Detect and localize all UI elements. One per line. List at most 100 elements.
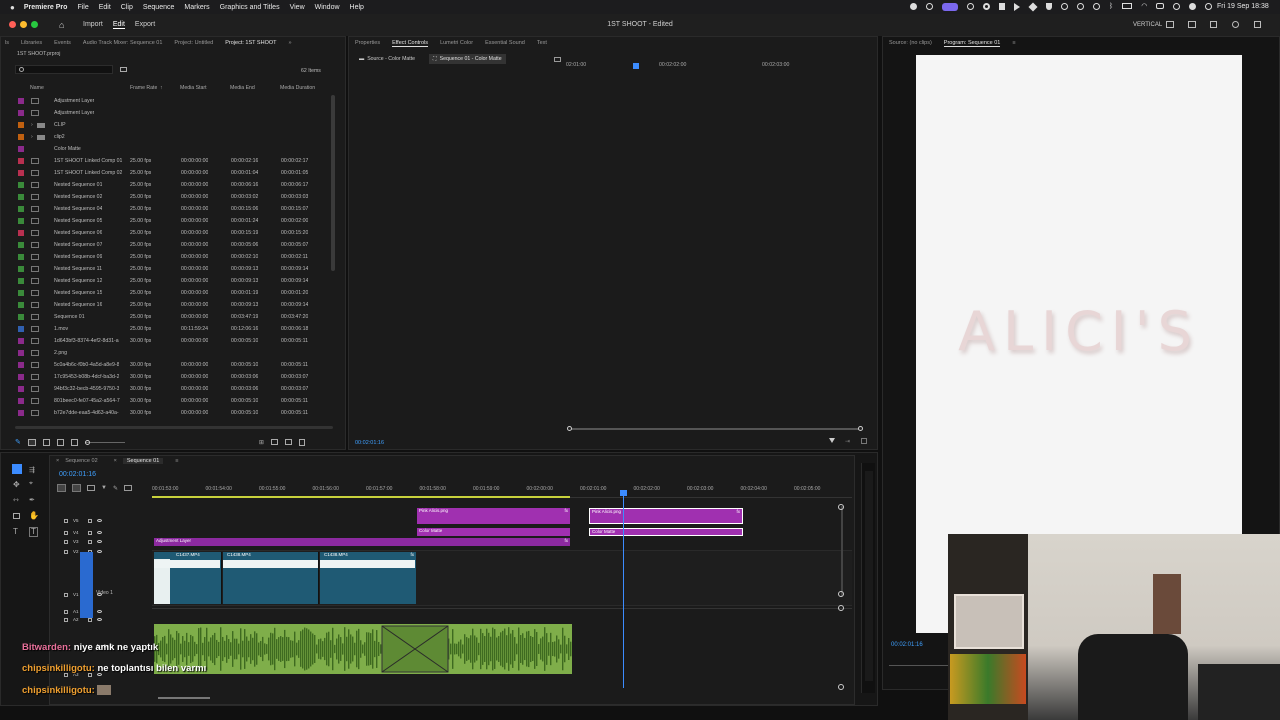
label-color-swatch[interactable] (18, 266, 24, 272)
sync-lock-icon[interactable] (88, 518, 92, 523)
label-color-swatch[interactable] (18, 182, 24, 188)
label-color-swatch[interactable] (18, 314, 24, 320)
program-scrubber[interactable] (889, 665, 949, 666)
menu-window[interactable]: Window (315, 4, 340, 11)
vscroll-handle[interactable] (838, 591, 844, 597)
pencil-icon[interactable]: ✎ (15, 438, 21, 446)
project-row[interactable]: 1ST SHOOT Linked Comp 02 25.00 fps 00:00:0… (1, 167, 331, 179)
timeline-vscroll-video[interactable] (841, 506, 843, 596)
lock-icon[interactable] (64, 530, 68, 535)
project-scrollbar[interactable] (331, 95, 335, 271)
solo-icon[interactable] (97, 610, 102, 613)
label-color-swatch[interactable] (18, 362, 24, 368)
label-color-swatch[interactable] (18, 170, 24, 176)
tab-source-monitor[interactable]: Source: (no clips) (889, 40, 932, 46)
label-color-swatch[interactable] (18, 302, 24, 308)
clip-c1438-b[interactable]: C1438.MP4 fx (320, 552, 416, 604)
shield-icon[interactable] (1046, 3, 1052, 10)
project-row[interactable]: Nested Sequence 06 25.00 fps 00:00:00:00 00… (1, 227, 331, 239)
tab-project-1st-shoot[interactable]: Project: 1ST SHOOT (225, 40, 276, 46)
label-color-swatch[interactable] (18, 98, 24, 104)
eye-icon[interactable] (97, 550, 102, 553)
ec-scroll-start-handle[interactable] (567, 426, 572, 431)
share-icon[interactable] (1210, 21, 1217, 28)
project-row[interactable]: › clip2 (1, 131, 331, 143)
selection-tool-icon[interactable] (12, 464, 22, 474)
project-row[interactable]: › CLIP (1, 119, 331, 131)
menu-app-name[interactable]: Premiere Pro (24, 4, 68, 11)
menu-file[interactable]: File (77, 4, 88, 11)
vertical-type-icon[interactable]: T (29, 527, 38, 537)
bitwarden-icon[interactable] (999, 3, 1005, 10)
label-color-swatch[interactable] (18, 410, 24, 416)
type-tool-icon[interactable]: T (13, 527, 18, 536)
list-view-icon[interactable] (27, 438, 36, 446)
label-color-swatch[interactable] (18, 350, 24, 356)
workspace-layout-icon[interactable] (1166, 21, 1174, 28)
menu-view[interactable]: View (290, 4, 305, 11)
label-color-swatch[interactable] (18, 194, 24, 200)
track-select-icon[interactable]: ⇶ (29, 466, 35, 474)
spotlight-icon[interactable] (1173, 3, 1181, 10)
icon-view-icon[interactable] (42, 438, 50, 446)
label-color-swatch[interactable] (18, 158, 24, 164)
vscroll-handle[interactable] (838, 684, 844, 690)
label-color-swatch[interactable] (18, 230, 24, 236)
siri-icon[interactable] (1205, 3, 1213, 10)
clip-c1438-a[interactable]: C1438.MP4 (223, 552, 319, 604)
tab-effect-controls[interactable]: Effect Controls (392, 40, 429, 47)
control-center-icon[interactable] (1156, 3, 1165, 9)
project-row[interactable]: Nested Sequence 07 25.00 fps 00:00:00:00 00… (1, 239, 331, 251)
project-row[interactable]: 94bf3c32-becb-4595-9750-3 30.00 fps 00:00:… (1, 383, 331, 395)
label-color-swatch[interactable] (18, 386, 24, 392)
tab-sequence-01[interactable]: Sequence 01 (122, 458, 164, 464)
sequence-clip-tab[interactable]: ⛶ Sequence 01 - Color Matte (429, 54, 506, 64)
project-row[interactable]: Color Matte (1, 143, 331, 155)
discord-icon[interactable] (942, 3, 958, 11)
sync-lock-icon[interactable] (88, 539, 92, 544)
label-color-swatch[interactable] (18, 122, 24, 128)
col-media-duration[interactable]: Media Duration (280, 85, 315, 91)
clear-icon[interactable] (298, 438, 305, 446)
vscroll-handle[interactable] (838, 504, 844, 510)
record-icon[interactable] (967, 3, 974, 10)
clip-c1437[interactable]: C1437.MP4 (154, 552, 222, 604)
project-row[interactable]: Nested Sequence 11 25.00 fps 00:00:00:00 00… (1, 263, 331, 275)
tab-menu-icon[interactable]: ≡ (175, 458, 178, 464)
wrench-icon[interactable]: ✎ (113, 485, 118, 492)
pen-tool-icon[interactable]: ✒ (29, 496, 35, 504)
project-row[interactable]: Nested Sequence 05 25.00 fps 00:00:00:00 00… (1, 215, 331, 227)
work-area-bar[interactable] (152, 496, 570, 498)
tab-audio-mixer[interactable]: Audio Track Mixer: Sequence 01 (83, 40, 163, 46)
tab-events[interactable]: Events (54, 40, 71, 46)
close-icon[interactable]: × (56, 458, 59, 464)
ec-timecode[interactable]: 00:02:01:16 (355, 440, 384, 446)
fullscreen-icon[interactable] (1254, 21, 1261, 28)
chevron-right-icon[interactable]: » (288, 40, 291, 46)
project-row[interactable]: 1d643bf3-8374-4ef2-8d31-a 30.00 fps 00:00:… (1, 335, 331, 347)
bluetooth-icon[interactable]: ᛒ (1109, 3, 1113, 11)
automate-icon[interactable]: ⊞ (259, 439, 264, 446)
tab-overflow[interactable]: ls (5, 40, 9, 46)
wifi-icon[interactable]: ◠ (1141, 3, 1147, 11)
tab-text[interactable]: Text (537, 40, 547, 46)
project-row[interactable]: 5c0a4b6c-f0b0-4a5d-a8e9-8 30.00 fps 00:00:… (1, 359, 331, 371)
a1-source-patch[interactable] (80, 606, 93, 618)
clip-color-matte-2[interactable]: Color Matte (589, 528, 743, 536)
menu-help[interactable]: Help (350, 4, 364, 11)
move-tool-icon[interactable]: ✥ (13, 480, 20, 489)
quick-export-icon[interactable] (1188, 21, 1196, 28)
sync-lock-icon[interactable] (88, 530, 92, 535)
rectangle-tool-icon[interactable] (13, 513, 20, 519)
vscroll-handle[interactable] (838, 605, 844, 611)
new-item-icon[interactable] (284, 439, 292, 445)
label-color-swatch[interactable] (18, 398, 24, 404)
project-row[interactable]: Sequence 01 25.00 fps 00:00:00:00 00:03:47:… (1, 311, 331, 323)
clip-pink-alicis-1[interactable]: Pink Alicis.png fx (417, 508, 570, 524)
apple-icon[interactable]: ● (10, 3, 15, 12)
label-color-swatch[interactable] (18, 374, 24, 380)
playhead-handle[interactable] (620, 490, 627, 496)
linked-selection-icon[interactable] (87, 485, 95, 491)
track-label[interactable]: V5 (73, 518, 83, 523)
clip-pink-alicis-2[interactable]: Pink Alicis.png fx (589, 508, 743, 524)
